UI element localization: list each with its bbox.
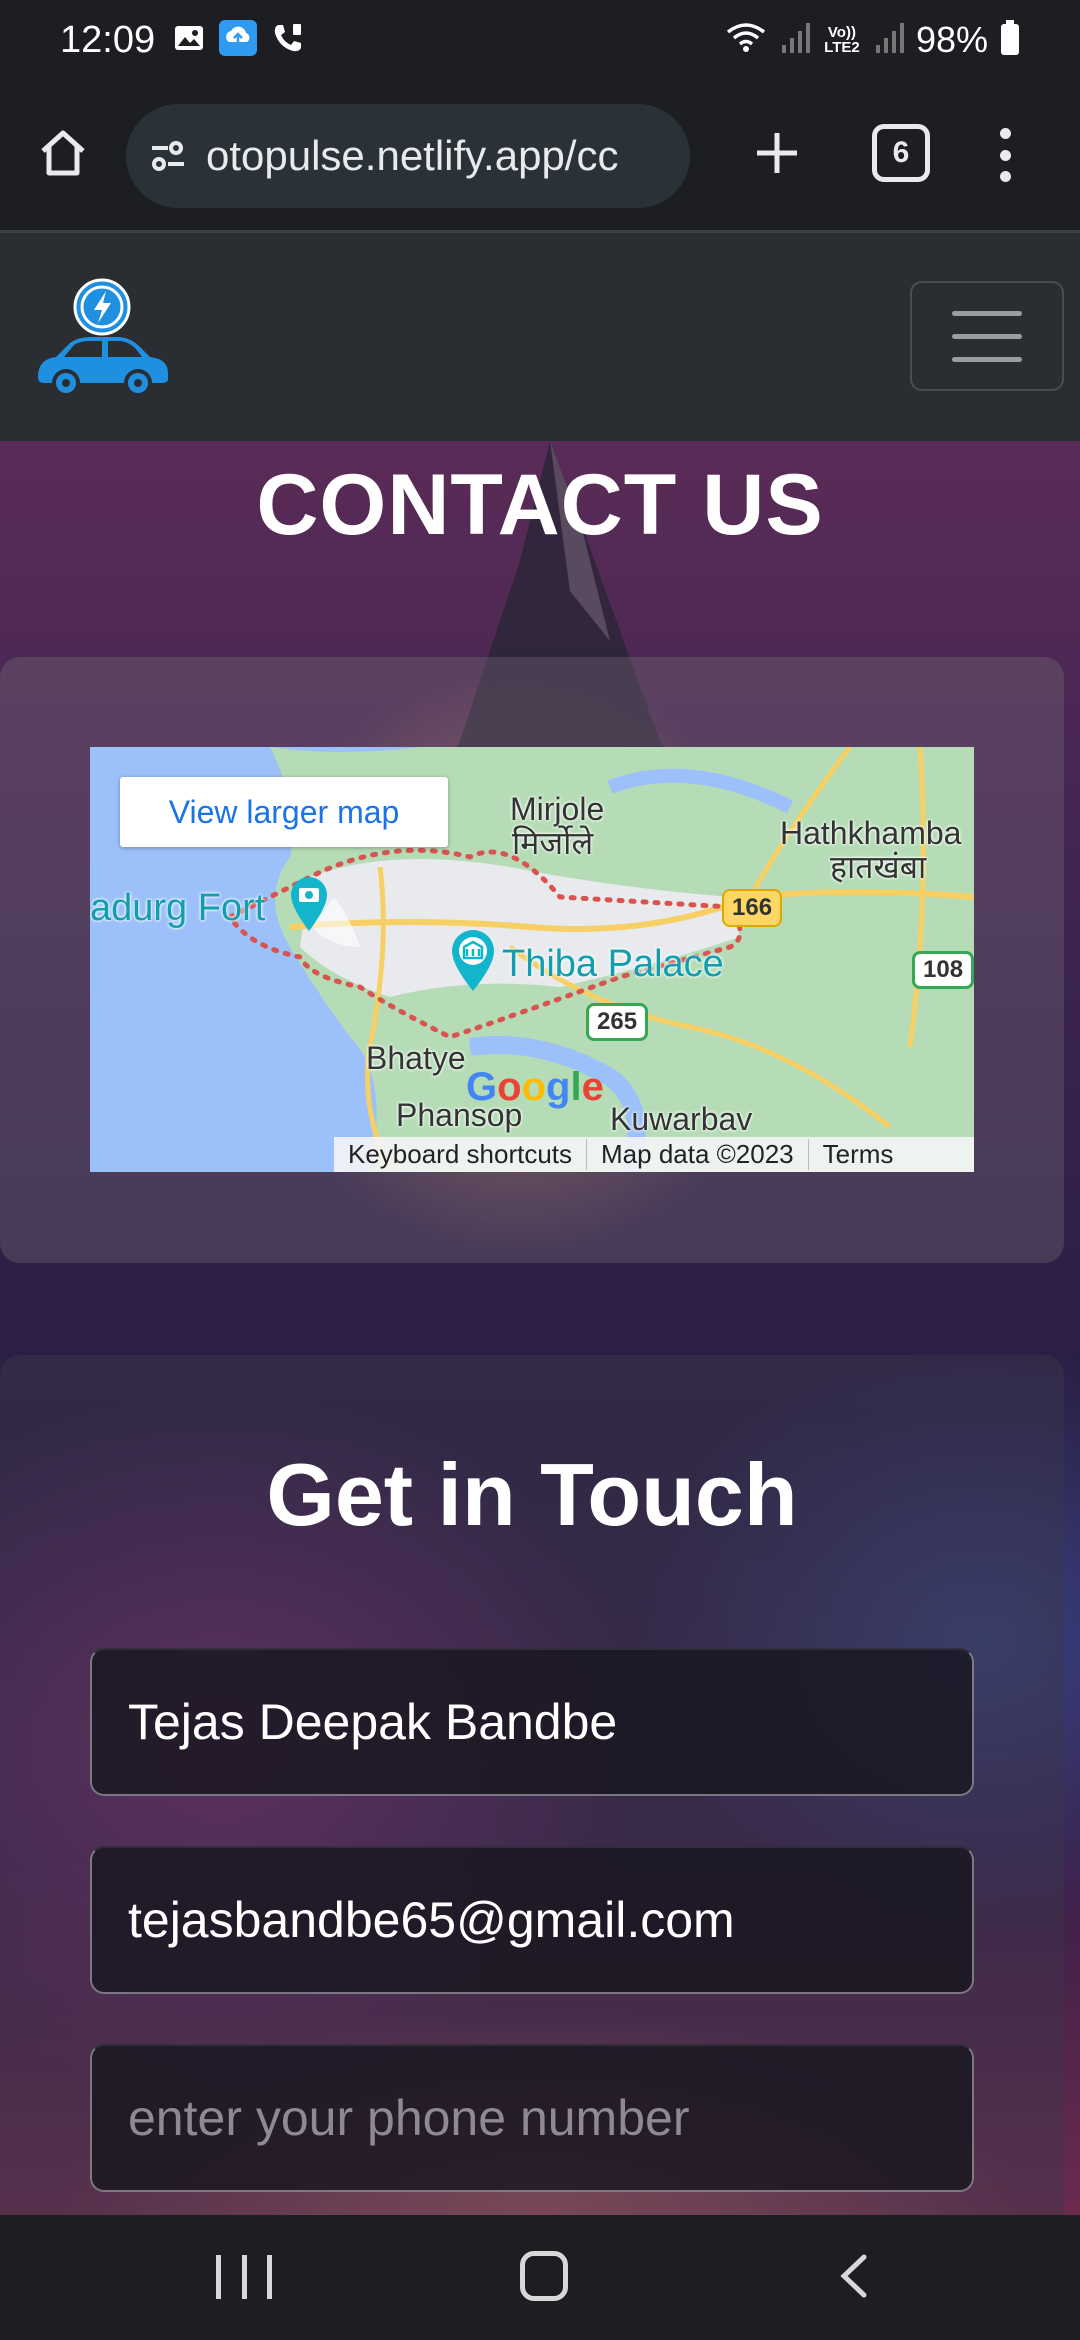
new-tab-button[interactable] [744,120,810,186]
call-icon [271,21,305,60]
hamburger-menu-button[interactable] [910,281,1064,391]
road-shield-166: 166 [722,889,783,927]
gallery-icon [173,22,205,59]
recent-line [216,2255,221,2299]
dot [999,149,1011,161]
map-data-text: Map data ©2023 [587,1139,809,1170]
map-label-bhatye: Bhatye [366,1040,466,1076]
home-icon [41,130,85,176]
menu-line [952,310,1022,316]
map-poi-fort[interactable]: adurg Fort [90,887,265,930]
browser-menu-button[interactable] [990,120,1020,190]
embedded-map[interactable]: View larger map Mirjole मिर्जोले Hathkha… [90,747,974,1172]
terms-link[interactable]: Terms [809,1139,908,1170]
menu-line [952,333,1022,339]
map-attribution-bar: Keyboard shortcuts Map data ©2023 Terms [334,1137,974,1172]
tab-switcher-button[interactable]: 6 [872,124,930,182]
site-settings-icon[interactable] [148,136,188,176]
signal-icon [874,21,904,60]
recent-line [241,2255,247,2299]
back-button[interactable] [830,2251,880,2301]
otopulse-logo[interactable] [30,273,180,403]
view-larger-map-button[interactable]: View larger map [120,777,448,847]
battery-icon [1000,19,1020,61]
map-label-hathkhamba: Hathkhamba [780,815,962,851]
recent-line [267,2255,272,2299]
form-title: Get in Touch [266,1445,798,1544]
wifi-icon [724,20,768,61]
url-text[interactable]: otopulse.netlify.app/cc [206,132,618,180]
map-label-kuwarbav: Kuwarbav [610,1101,753,1137]
road-shield-108: 108 [912,951,974,989]
system-home-button[interactable] [520,2251,568,2301]
status-bar: 12:09 Vo)) LTE2 98% [0,0,1080,80]
dot [999,128,1011,139]
battery-percent: 98% [915,19,988,60]
menu-line [952,356,1022,362]
back-chevron-icon [840,2254,867,2298]
site-navbar [0,233,1080,441]
system-navigation-bar [0,2215,1080,2340]
map-label-hathkhamba-local: हातखंबा [830,849,927,885]
address-bar[interactable]: otopulse.netlify.app/cc [126,104,690,208]
name-field[interactable] [90,1648,974,1796]
phone-field[interactable] [90,2044,974,2192]
cloud-upload-icon [219,19,258,61]
photo-pin-icon[interactable] [286,873,332,938]
home-button[interactable] [30,120,96,186]
status-time: 12:09 [60,18,156,61]
recent-apps-button[interactable] [216,2255,272,2299]
page-title: CONTACT US [256,457,824,553]
volte-icon: Vo)) LTE2 [824,24,860,56]
system-status-icons: Vo)) LTE2 98% [724,19,1020,61]
google-logo: Google [466,1065,604,1109]
notification-icons [173,19,305,61]
museum-pin-icon[interactable] [446,925,500,998]
plus-icon [757,133,797,173]
email-field[interactable] [90,1846,974,1994]
map-poi-thiba-palace[interactable]: Thiba Palace [502,943,724,986]
dot [999,171,1011,182]
map-label-mirjole-local: मिर्जोले [512,825,594,861]
browser-toolbar: otopulse.netlify.app/cc 6 [0,80,1080,232]
road-shield-265: 265 [586,1003,649,1041]
map-label-mirjole: Mirjole [510,791,605,827]
keyboard-shortcuts-link[interactable]: Keyboard shortcuts [334,1139,588,1170]
signal-icon [780,21,810,60]
